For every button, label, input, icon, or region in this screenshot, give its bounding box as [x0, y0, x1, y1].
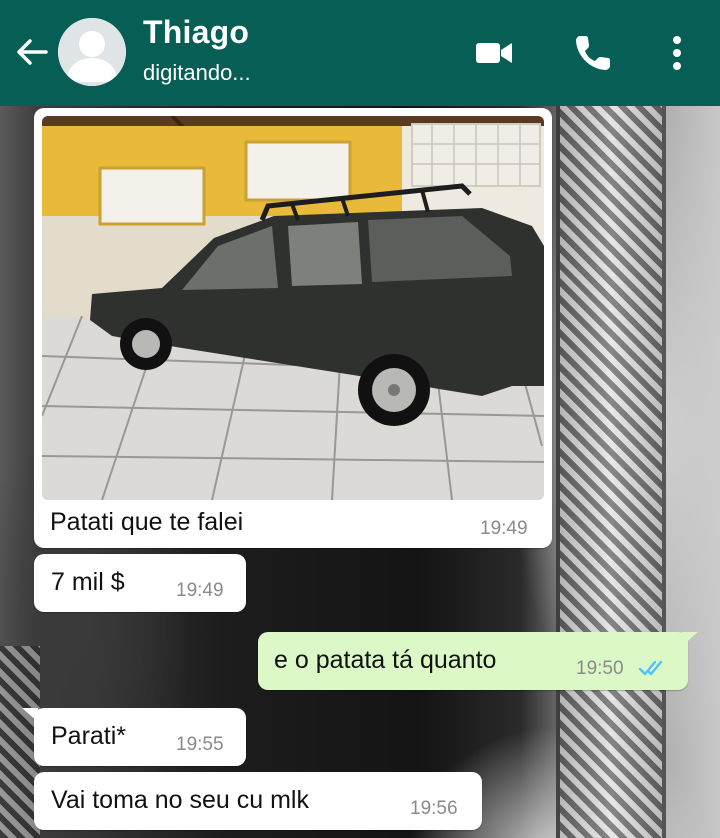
- incoming-message[interactable]: 7 mil $ 19:49: [34, 554, 246, 612]
- car-photo-illustration: [42, 116, 544, 500]
- message-time: 19:55: [176, 734, 224, 755]
- message-time: 19:56: [410, 798, 458, 819]
- default-avatar-icon: [58, 18, 126, 86]
- arrow-left-icon: [17, 39, 48, 65]
- incoming-message[interactable]: Vai toma no seu cu mlk 19:56: [34, 772, 482, 830]
- wallpaper-frame-decoration: [556, 106, 666, 838]
- contact-name[interactable]: Thiago: [143, 14, 249, 51]
- video-call-button[interactable]: [472, 30, 518, 76]
- message-text: Vai toma no seu cu mlk: [51, 786, 309, 814]
- message-time: 19:49: [176, 580, 224, 601]
- typing-status: digitando...: [143, 60, 251, 85]
- chat-header: Thiago digitando...: [0, 0, 720, 106]
- bubble-tail: [682, 632, 698, 646]
- incoming-message[interactable]: Parati* 19:55: [34, 708, 246, 766]
- message-text: 7 mil $: [51, 568, 125, 596]
- double-check-read-icon: [638, 660, 663, 676]
- phone-icon: [576, 36, 610, 70]
- message-text: e o patata tá quanto: [274, 646, 497, 674]
- videocam-icon: [476, 43, 512, 63]
- more-vertical-icon: [673, 36, 681, 70]
- back-button[interactable]: [12, 32, 52, 72]
- car-photo[interactable]: [42, 116, 544, 500]
- voice-call-button[interactable]: [570, 30, 616, 76]
- outgoing-message[interactable]: e o patata tá quanto 19:50: [258, 632, 688, 690]
- message-time: 19:49: [480, 518, 528, 539]
- message-text: Parati*: [51, 722, 127, 750]
- avatar[interactable]: [58, 18, 126, 86]
- menu-button[interactable]: [654, 30, 700, 76]
- message-time: 19:50: [576, 658, 624, 679]
- image-message[interactable]: Patati que te falei 19:49: [34, 108, 552, 548]
- image-caption: Patati que te falei: [50, 508, 244, 536]
